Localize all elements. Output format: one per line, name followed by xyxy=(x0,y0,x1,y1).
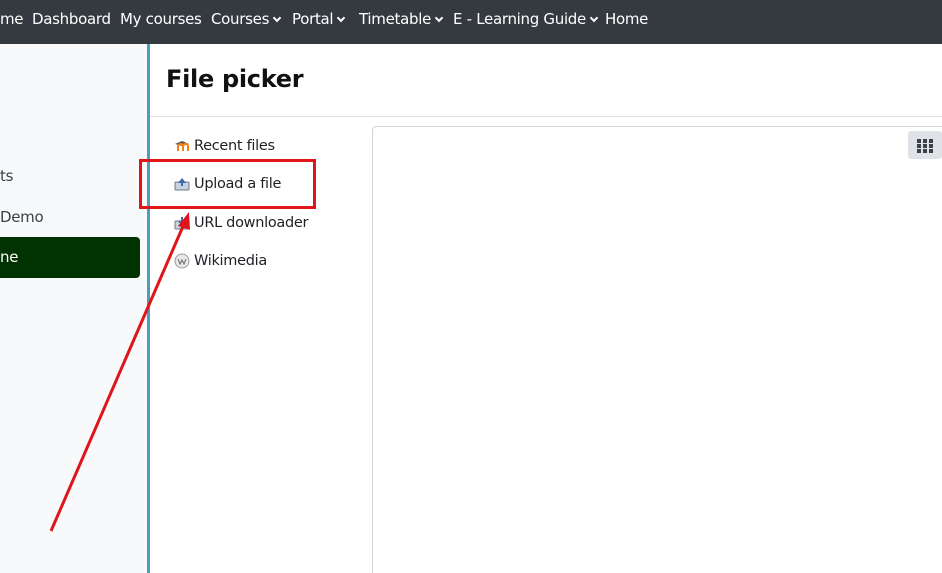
annotation-arrow xyxy=(49,212,190,532)
